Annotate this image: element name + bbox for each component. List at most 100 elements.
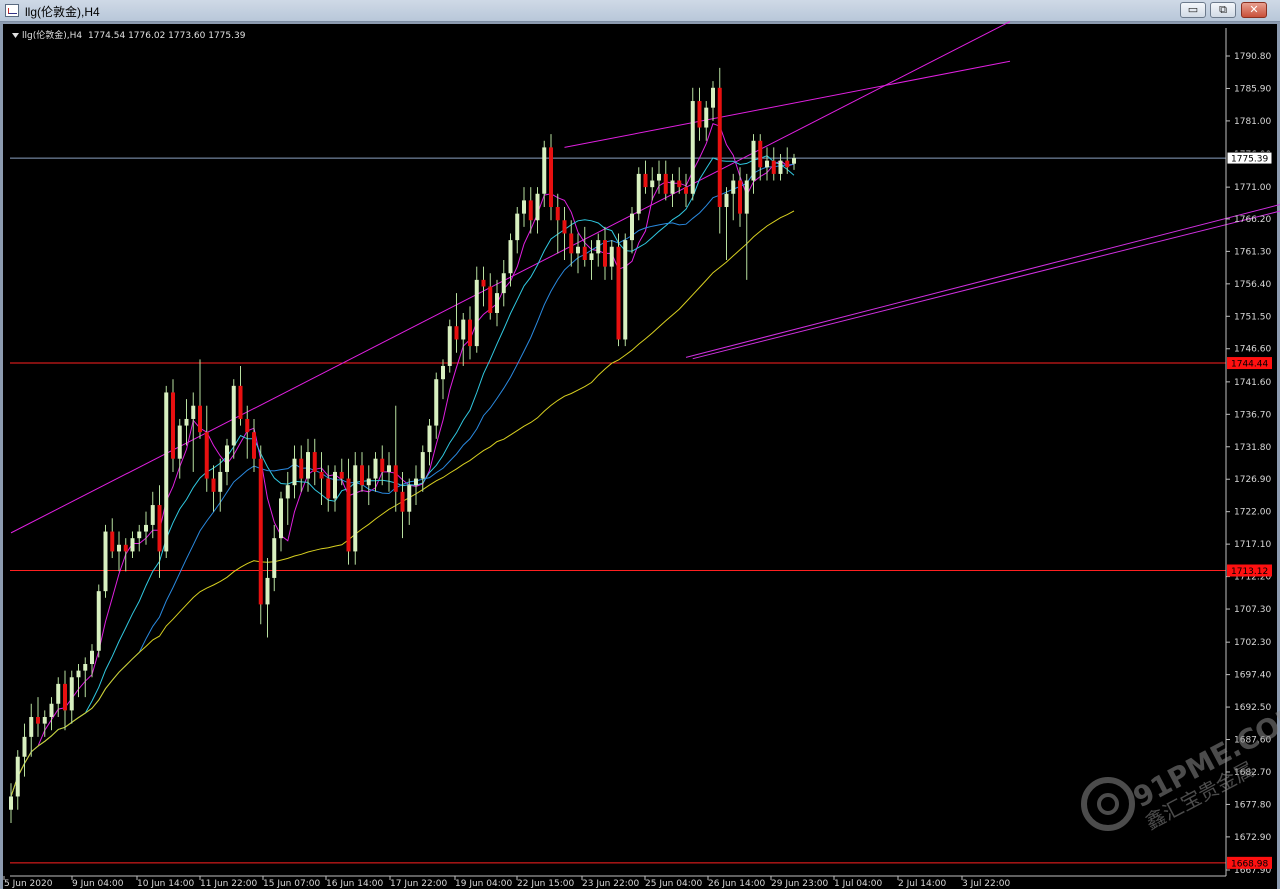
watermark: 91PME.COM 鑫汇宝贵金属 [1081, 696, 1280, 834]
candle-body [508, 240, 513, 274]
candle-body [171, 392, 175, 459]
time-tick-label: 1 Jul 04:00 [834, 879, 883, 889]
candle-body [562, 220, 567, 234]
time-tick-label: 15 Jun 07:00 [263, 879, 320, 889]
candle-body [650, 180, 655, 188]
candle-body [616, 246, 621, 340]
chart-dropdown-icon[interactable] [12, 33, 19, 38]
candle-body [744, 180, 749, 214]
price-level-label: 1668.98 [1231, 859, 1268, 869]
candle-body [609, 246, 614, 267]
candle-body [420, 452, 425, 479]
price-level-label: 1713.12 [1231, 567, 1268, 577]
price-tick-label: 1702.30 [1234, 638, 1271, 648]
candlestick-chart[interactable]: 1790.801785.901781.001776.001771.001766.… [0, 0, 1280, 889]
candle-body [711, 87, 715, 108]
candle-body [117, 544, 121, 552]
candle-body [569, 233, 574, 254]
candle-body [407, 485, 412, 512]
candle-body [582, 246, 587, 260]
candle-body [326, 478, 331, 499]
candle-body [292, 458, 297, 486]
candle-body [366, 478, 371, 486]
price-tick-label: 1766.20 [1234, 215, 1271, 225]
candle-body [765, 160, 769, 168]
trendline [685, 204, 1280, 358]
candle-body [414, 478, 418, 486]
trendline [692, 210, 1280, 360]
price-tick-label: 1785.90 [1234, 84, 1271, 94]
candle-body [42, 717, 47, 724]
price-tick-label: 1672.90 [1234, 833, 1271, 843]
candle-body [501, 273, 506, 294]
time-tick-label: 10 Jun 14:00 [137, 879, 194, 889]
candle-body [474, 279, 479, 347]
candle-body [69, 677, 74, 711]
candle-body [690, 101, 695, 194]
price-tick-label: 1717.10 [1234, 540, 1271, 550]
time-tick-label: 25 Jun 04:00 [645, 879, 702, 889]
trendlines [10, 21, 1280, 534]
moving-average-lines [10, 122, 795, 797]
candle-body [299, 458, 304, 479]
candle-body [670, 180, 675, 194]
candle-body [495, 293, 499, 313]
candle-body [684, 187, 688, 194]
candle-body [677, 180, 682, 188]
candle-body [704, 107, 709, 128]
candles [9, 67, 796, 823]
candle-body [49, 703, 54, 718]
time-tick-label: 29 Jun 23:00 [771, 879, 828, 889]
chart-symbol-label: llg(伦敦金),H4 [22, 29, 82, 41]
price-tick-label: 1741.60 [1234, 378, 1271, 388]
candle-body [346, 478, 351, 552]
candle-body [184, 418, 189, 426]
price-tick-label: 1761.30 [1234, 247, 1271, 257]
price-tick-label: 1736.70 [1234, 410, 1271, 420]
candle-body [96, 591, 101, 651]
candle-body [454, 326, 459, 340]
candle-body [339, 471, 344, 479]
watermark-logo-icon [1081, 777, 1135, 831]
candle-body [150, 505, 155, 525]
time-tick-label: 2 Jul 14:00 [898, 879, 947, 889]
price-tick-label: 1746.60 [1234, 345, 1271, 355]
candle-body [272, 538, 277, 578]
candle-body [285, 485, 290, 499]
price-tick-label: 1790.80 [1234, 52, 1271, 62]
candle-body [333, 471, 337, 499]
time-tick-label: 9 Jun 04:00 [72, 879, 124, 889]
candle-body [198, 405, 202, 433]
price-tick-label: 1722.00 [1234, 508, 1271, 518]
price-tick-label: 1756.40 [1234, 280, 1271, 290]
candle-body [76, 670, 81, 678]
candle-body [717, 87, 722, 208]
candle-body [596, 240, 601, 254]
candle-body [56, 683, 61, 704]
time-tick-label: 22 Jun 15:00 [517, 879, 574, 889]
candle-body [29, 717, 34, 737]
time-tick-label: 26 Jun 14:00 [708, 879, 765, 889]
trendline [564, 60, 1011, 148]
candle-body [15, 756, 20, 797]
price-tick-label: 1731.80 [1234, 443, 1271, 453]
candle-body [785, 160, 790, 168]
time-tick-label: 5 Jun 2020 [4, 879, 53, 889]
candle-body [636, 173, 641, 214]
candle-body [792, 158, 796, 164]
candle-body [481, 279, 486, 287]
candle-body [211, 478, 216, 492]
candle-body [319, 471, 324, 479]
candle-body [258, 458, 263, 605]
time-tick-label: 11 Jun 22:00 [200, 879, 257, 889]
candle-body [515, 213, 520, 241]
candle-body [603, 240, 607, 267]
price-tick-label: 1771.00 [1234, 183, 1271, 193]
candle-body [447, 326, 452, 366]
candle-body [218, 471, 223, 492]
time-tick-label: 16 Jun 14:00 [326, 879, 383, 889]
candle-body [697, 101, 702, 128]
candle-body [751, 140, 756, 181]
candle-body [643, 173, 648, 188]
time-tick-label: 23 Jun 22:00 [582, 879, 639, 889]
